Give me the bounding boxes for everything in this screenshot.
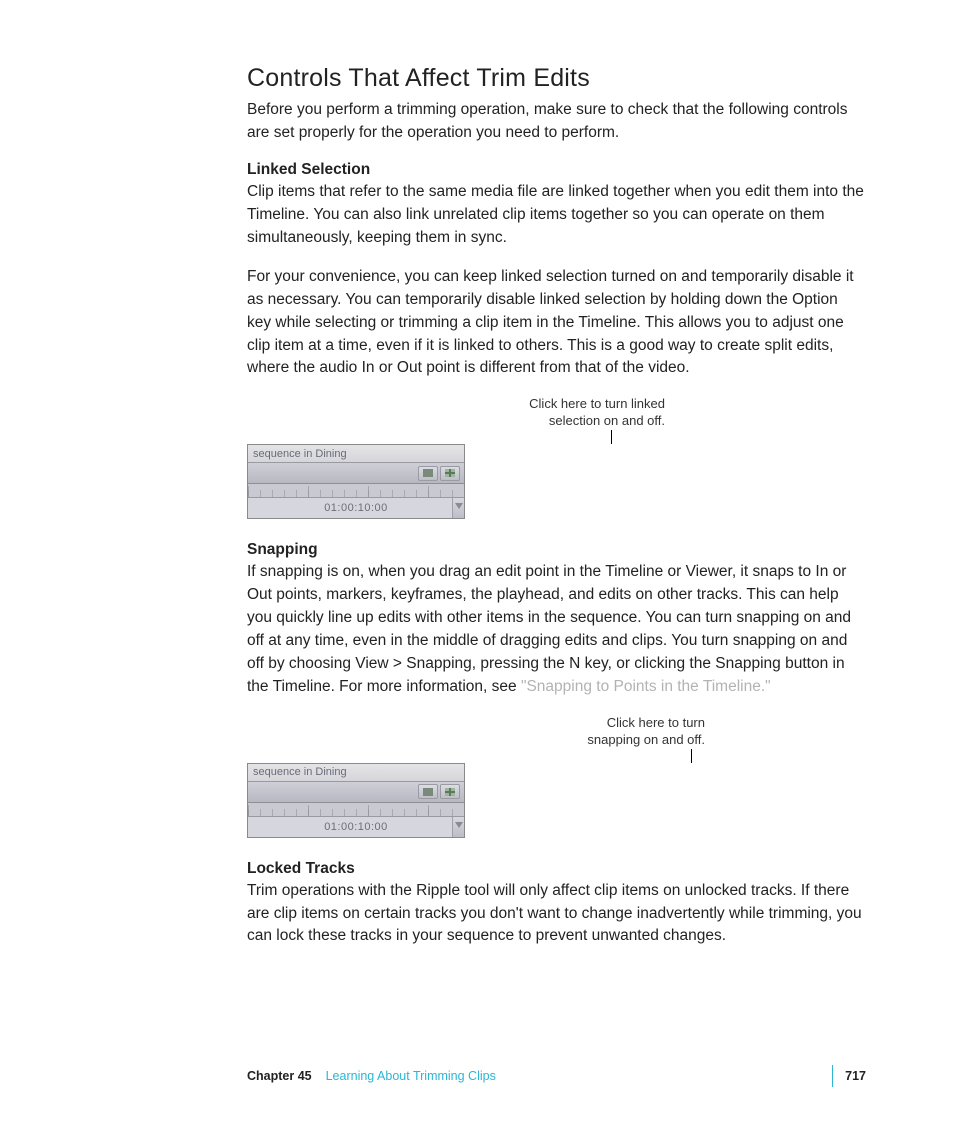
snapping-icon: [445, 788, 455, 796]
page-footer: Chapter 45 Learning About Trimming Clips…: [247, 1065, 866, 1087]
figure1-callout-line2: selection on and off.: [549, 413, 665, 430]
linked-selection-p2: For your convenience, you can keep linke…: [247, 266, 864, 381]
callout-leader-line: [611, 430, 612, 444]
linked-selection-button[interactable]: [418, 466, 438, 481]
linked-selection-button[interactable]: [418, 784, 438, 799]
snapping-icon: [445, 469, 455, 477]
timeline-tab[interactable]: sequence in Dining: [248, 764, 464, 782]
figure-snapping: Click here to turn snapping on and off. …: [247, 715, 864, 838]
section-title: Controls That Affect Trim Edits: [247, 64, 864, 93]
page-content: Controls That Affect Trim Edits Before y…: [0, 0, 954, 948]
snapping-heading: Snapping: [247, 541, 864, 559]
locked-tracks-paragraph: Trim operations with the Ripple tool wil…: [247, 880, 864, 949]
snapping-text: If snapping is on, when you drag an edit…: [247, 563, 851, 695]
timeline-timecode: 01:00:10:00: [248, 817, 464, 837]
timeline-widget: sequence in Dining 01:00:10:00: [247, 444, 465, 519]
footer-divider: [832, 1065, 833, 1087]
locked-tracks-heading: Locked Tracks: [247, 860, 864, 878]
snapping-button[interactable]: [440, 466, 460, 481]
linked-selection-p1: Clip items that refer to the same media …: [247, 181, 864, 250]
timeline-tab[interactable]: sequence in Dining: [248, 445, 464, 463]
intro-paragraph: Before you perform a trimming operation,…: [247, 99, 864, 145]
timeline-widget: sequence in Dining 01:00:10:00: [247, 763, 465, 838]
figure2-callout-line2: snapping on and off.: [587, 732, 705, 749]
linked-selection-icon: [423, 469, 433, 477]
linked-selection-heading: Linked Selection: [247, 161, 864, 179]
chapter-label: Chapter 45: [247, 1069, 312, 1083]
timeline-ruler[interactable]: [248, 484, 464, 498]
figure2-callout-line1: Click here to turn: [607, 715, 705, 732]
timeline-ruler[interactable]: [248, 803, 464, 817]
snapping-paragraph: If snapping is on, when you drag an edit…: [247, 561, 864, 699]
timecode-value: 01:00:10:00: [324, 821, 388, 833]
figure1-callout-line1: Click here to turn linked: [529, 396, 665, 413]
chapter-title: Learning About Trimming Clips: [326, 1069, 496, 1083]
timeline-end-cap-icon: [452, 498, 464, 518]
callout-leader-line: [691, 749, 692, 763]
timeline-end-cap-icon: [452, 817, 464, 837]
timeline-timecode: 01:00:10:00: [248, 498, 464, 518]
timecode-value: 01:00:10:00: [324, 502, 388, 514]
snapping-link[interactable]: "Snapping to Points in the Timeline.": [521, 678, 771, 695]
snapping-button[interactable]: [440, 784, 460, 799]
timeline-toolbar: [248, 463, 464, 484]
linked-selection-icon: [423, 788, 433, 796]
timeline-toolbar: [248, 782, 464, 803]
figure-linked-selection: Click here to turn linked selection on a…: [247, 396, 864, 519]
page-number: 717: [845, 1069, 866, 1083]
